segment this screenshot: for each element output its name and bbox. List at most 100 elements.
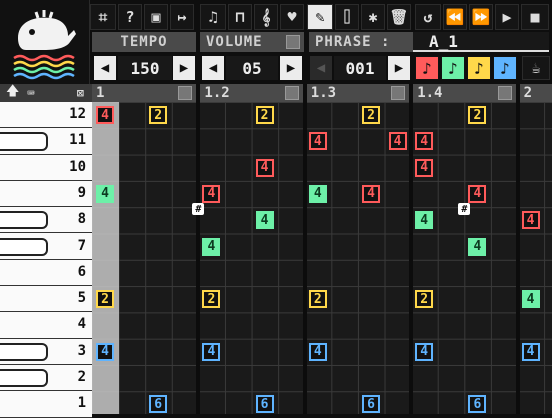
trash-button[interactable]: 🗑 xyxy=(387,4,411,30)
piano-key[interactable]: 2 xyxy=(0,365,92,392)
volume-checkbox[interactable] xyxy=(286,35,300,49)
note-block[interactable]: 4 xyxy=(96,342,114,361)
note-block[interactable]: 4 xyxy=(96,184,114,203)
note-block[interactable]: 4 xyxy=(521,290,540,309)
note-block[interactable]: 4 xyxy=(308,132,327,151)
note-icon: ♪ xyxy=(474,58,484,78)
keyboard-icon[interactable]: ⌨ xyxy=(27,86,34,100)
note-block[interactable]: 4 xyxy=(202,342,221,361)
measure-label: 1.4 xyxy=(417,85,443,101)
note-label: 4 xyxy=(313,186,322,202)
select-tool-button[interactable]: ✱ xyxy=(361,4,385,30)
pencil-icon: ✎ xyxy=(315,8,325,26)
note-block[interactable]: 4 xyxy=(415,211,434,230)
piano-key[interactable]: 7 xyxy=(0,233,92,260)
measure-checkbox[interactable] xyxy=(497,86,512,100)
pencil-tool-button[interactable]: ✎ xyxy=(307,4,333,30)
phrase-increase-button[interactable]: ▶ xyxy=(388,56,410,80)
note-block[interactable]: 4 xyxy=(308,342,327,361)
measure-checkbox[interactable] xyxy=(391,86,406,100)
help-button[interactable]: ? xyxy=(118,4,142,30)
fast-forward-button[interactable]: ⏩ xyxy=(469,4,493,30)
note-block[interactable]: 4 xyxy=(415,158,434,177)
instrument-select-button[interactable]: ♪ xyxy=(467,56,491,80)
cup-button[interactable]: ☕ xyxy=(522,56,550,80)
instrument-button[interactable]: ♥ xyxy=(280,4,304,30)
note-block[interactable]: 4 xyxy=(468,237,487,256)
note-block[interactable]: 2 xyxy=(308,290,327,309)
row-number: 2 xyxy=(77,369,86,385)
note-block[interactable]: 4 xyxy=(468,184,487,203)
piano-key[interactable]: 12 xyxy=(0,102,92,129)
close-box-icon[interactable]: ⊠ xyxy=(77,86,84,100)
tempo-decrease-button[interactable]: ◀ xyxy=(94,56,116,80)
phrase-name-field[interactable]: A_1 xyxy=(413,32,549,52)
note-label: 4 xyxy=(526,291,535,307)
phrase-label: PHRASE : xyxy=(309,32,413,52)
instrument-select-button[interactable]: ♪ xyxy=(415,56,439,80)
note-block[interactable]: 4 xyxy=(521,211,540,230)
note-block[interactable]: 2 xyxy=(149,106,168,124)
note-block[interactable]: 4 xyxy=(202,237,221,256)
eraser-tool-button[interactable]: ⌷ xyxy=(335,4,359,30)
note-block[interactable]: 6 xyxy=(468,395,487,414)
note-icon: ♪ xyxy=(422,58,432,78)
note-block[interactable]: 6 xyxy=(362,395,380,414)
note-block[interactable]: 2 xyxy=(415,290,434,309)
note-block[interactable]: 4 xyxy=(255,158,274,177)
note-block[interactable]: 4 xyxy=(255,211,274,230)
note-block[interactable]: 4 xyxy=(388,132,407,151)
measure-checkbox[interactable] xyxy=(178,86,193,100)
piano-key[interactable]: 4 xyxy=(0,312,92,339)
piano-key[interactable]: 9 xyxy=(0,180,92,208)
row-number: 1 xyxy=(77,395,86,412)
tuning-button[interactable]: 𝄞 xyxy=(254,4,278,30)
piano-key[interactable]: 6 xyxy=(0,259,92,287)
note-label: 4 xyxy=(367,186,375,202)
measure-divider xyxy=(409,84,414,414)
piano-key[interactable]: 8 xyxy=(0,207,92,234)
note-block[interactable]: 2 xyxy=(96,290,114,309)
arrow-up-icon[interactable]: 🡅 xyxy=(6,82,19,104)
phrase-decrease-button[interactable]: ◀ xyxy=(310,56,332,80)
note-block[interactable]: 4 xyxy=(362,184,380,203)
playhead-column xyxy=(92,102,119,414)
instrument-select-button[interactable]: ♪ xyxy=(493,56,517,80)
volume-value: 05 xyxy=(226,56,278,80)
play-button[interactable]: ▶ xyxy=(495,4,519,30)
note-label: 4 xyxy=(207,186,216,202)
piano-key[interactable]: 5 xyxy=(0,286,92,313)
note-block[interactable]: 4 xyxy=(308,184,327,203)
export-button[interactable]: ↦ xyxy=(170,4,194,30)
help-icon: ? xyxy=(125,8,135,26)
measure-checkbox[interactable] xyxy=(284,86,299,100)
note-block[interactable]: 2 xyxy=(255,106,274,124)
piano-key[interactable]: 10 xyxy=(0,154,92,181)
volume-increase-button[interactable]: ▶ xyxy=(280,56,302,80)
note-block[interactable]: 6 xyxy=(255,395,274,414)
step-button[interactable]: ⊓ xyxy=(228,4,252,30)
note-block[interactable]: 4 xyxy=(96,106,114,124)
note-block[interactable]: 2 xyxy=(468,106,487,124)
note-block[interactable]: 4 xyxy=(202,184,221,203)
note-block[interactable]: 4 xyxy=(521,342,540,361)
trash-icon: 🗑 xyxy=(389,8,409,26)
stop-button[interactable]: ■ xyxy=(521,4,549,30)
volume-decrease-button[interactable]: ◀ xyxy=(202,56,224,80)
tempo-increase-button[interactable]: ▶ xyxy=(173,56,195,80)
undo-button[interactable]: ↺ xyxy=(415,4,441,30)
black-key xyxy=(0,342,48,361)
note-block[interactable]: 2 xyxy=(202,290,221,309)
arrow-right-icon: ▶ xyxy=(394,60,404,76)
note-block[interactable]: 2 xyxy=(362,106,380,124)
save-button[interactable]: ▣ xyxy=(144,4,168,30)
note-block[interactable]: 6 xyxy=(149,395,168,414)
piano-key[interactable]: 3 xyxy=(0,338,92,365)
keyboard-button[interactable]: ♫ xyxy=(200,4,226,30)
instrument-select-button[interactable]: ♪ xyxy=(441,56,465,80)
note-block[interactable]: 4 xyxy=(415,342,434,361)
note-block[interactable]: 4 xyxy=(415,132,434,151)
rewind-button[interactable]: ⏪ xyxy=(443,4,467,30)
piano-key[interactable]: 11 xyxy=(0,128,92,155)
menu-grid-button[interactable]: ⌗ xyxy=(90,4,116,30)
